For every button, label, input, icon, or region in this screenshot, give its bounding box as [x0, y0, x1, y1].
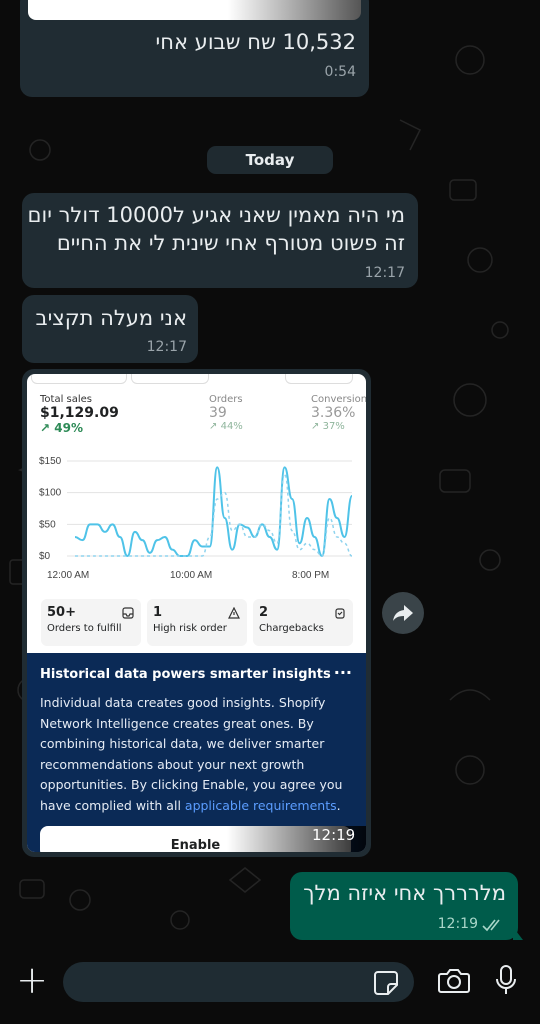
message-bubble-incoming[interactable]: אני מעלה תקציב 12:17 [22, 295, 198, 363]
insight-panel: Historical data powers smarter insights … [27, 653, 366, 852]
message-line: מי היה מאמין שאני אגיע ל10000 דולר יום [27, 203, 405, 227]
insight-body-end: . [336, 797, 341, 813]
message-time: 12:17 [146, 339, 187, 355]
link-preview-strip [28, 0, 361, 20]
message-text: 10,532 שח שבוע אחי [155, 30, 356, 54]
microphone-icon[interactable] [494, 964, 518, 998]
arrow-up-icon: ↗ [311, 421, 320, 432]
stat-change: ↗ 49% [40, 421, 119, 435]
card-high-risk-order[interactable]: 1 High risk order [147, 599, 247, 646]
insight-body: Individual data creates good insights. S… [40, 693, 350, 816]
warning-icon [228, 607, 240, 619]
stat-change-value: 44% [220, 421, 243, 432]
attach-plus-button[interactable]: + [13, 958, 51, 1002]
y-tick-label: $100 [39, 488, 62, 499]
stat-value: $1,129.09 [40, 405, 119, 421]
stat-orders: Orders 39 ↗ 44% [209, 394, 243, 432]
arrow-up-icon: ↗ [209, 421, 218, 432]
message-time: 12:19 [312, 826, 356, 844]
forward-button[interactable] [382, 592, 424, 634]
message-bubble-outgoing[interactable]: מלרררך אחי איזה מלך 12:19 [290, 872, 518, 940]
stat-value: 39 [209, 405, 227, 421]
arrow-up-icon: ↗ [40, 421, 51, 435]
inbox-icon [122, 607, 134, 619]
more-options-icon[interactable]: ··· [334, 663, 352, 682]
stat-label: Conversion [311, 394, 366, 405]
stat-change: ↗ 37% [311, 421, 366, 432]
shared-screenshot-image[interactable]: Total sales $1,129.09 ↗ 49% Orders 39 ↗ … [27, 374, 366, 852]
y-tick-label: $0 [39, 551, 51, 562]
day-separator: Today [207, 146, 333, 174]
bubble-tail [513, 927, 523, 940]
card-label: High risk order [153, 623, 227, 634]
sticker-icon[interactable] [372, 969, 400, 997]
stat-value: 3.36% [311, 405, 356, 421]
message-bubble-incoming[interactable]: מי היה מאמין שאני אגיע ל10000 דולר יום ז… [22, 193, 418, 288]
y-tick-label: $50 [39, 519, 56, 530]
card-orders-to-fulfill[interactable]: 50+ Orders to fulfill [41, 599, 141, 646]
stat-change-value: 37% [322, 421, 345, 432]
message-input[interactable] [63, 962, 414, 1002]
insight-title: Historical data powers smarter insights [40, 667, 331, 682]
message-time: 12:19 [437, 916, 478, 932]
x-tick-label: 8:00 PM [292, 570, 329, 581]
card-label: Chargebacks [259, 623, 324, 634]
x-tick-label: 12:00 AM [47, 570, 89, 581]
message-line: זה פשוט מטורף אחי שינית לי את החיים [56, 231, 405, 255]
message-text: מלרררך אחי איזה מלך [303, 881, 506, 905]
filter-chip [285, 374, 353, 384]
applicable-requirements-link[interactable]: applicable requirements [185, 798, 337, 813]
insight-body-text: Individual data creates good insights. S… [40, 695, 343, 813]
stat-change-value: 49% [54, 421, 83, 435]
y-tick-label: $150 [39, 456, 62, 467]
filter-chip [31, 374, 127, 384]
stat-conversion: Conversion 3.36% ↗ 37% [311, 394, 366, 432]
message-time: 12:17 [364, 265, 405, 281]
read-receipt-icon [482, 919, 500, 932]
stat-total-sales: Total sales $1,129.09 ↗ 49% [40, 394, 119, 435]
chargeback-icon [335, 608, 345, 619]
card-label: Orders to fulfill [47, 623, 122, 634]
message-time: 0:54 [324, 64, 356, 80]
camera-icon[interactable] [437, 966, 471, 996]
stat-label: Total sales [40, 394, 93, 405]
stat-label: Orders [209, 394, 243, 405]
x-tick-label: 10:00 AM [170, 570, 212, 581]
message-text: אני מעלה תקציב [35, 306, 187, 330]
sales-line-chart: $0 $50 $100 $150 12:00 AM 10:00 AM 8:00 PM [39, 456, 353, 581]
forward-icon [393, 605, 413, 621]
filter-chip [131, 374, 209, 384]
stat-change: ↗ 44% [209, 421, 243, 432]
message-bubble-incoming[interactable]: 10,532 שח שבוע אחי 0:54 [20, 0, 369, 97]
card-chargebacks[interactable]: 2 Chargebacks [253, 599, 353, 646]
